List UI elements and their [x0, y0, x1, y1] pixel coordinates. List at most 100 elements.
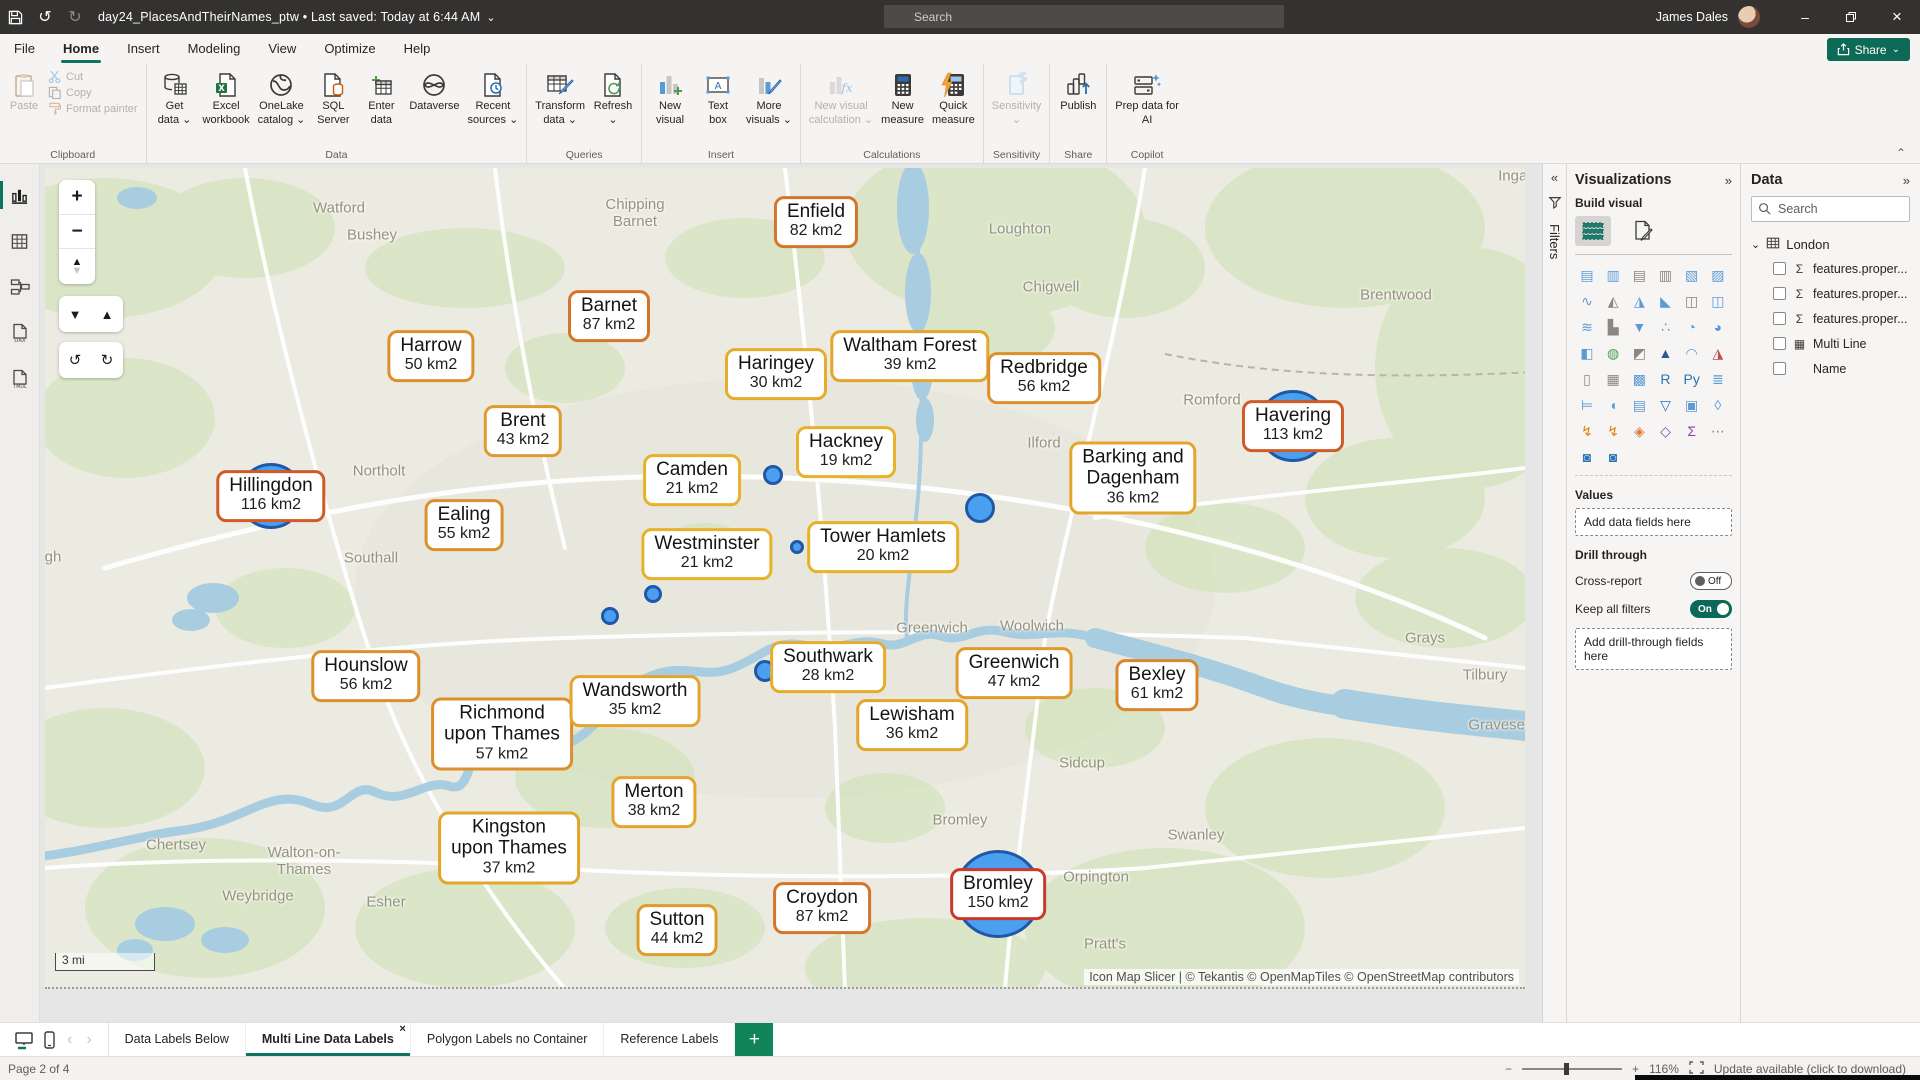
visual-type-icon[interactable]: ▲	[1653, 343, 1677, 363]
visual-type-icon[interactable]: ◔	[1680, 317, 1704, 337]
menu-item[interactable]: Home	[49, 34, 113, 64]
field-checkbox[interactable]	[1773, 262, 1786, 275]
onelake-catalog-button[interactable]: OneLake catalog ⌄	[254, 68, 310, 146]
visual-type-icon[interactable]: ▤	[1627, 265, 1651, 285]
rotate-cw-button[interactable]: ↻	[91, 342, 123, 378]
build-visual-tab[interactable]	[1575, 216, 1611, 246]
visual-type-icon[interactable]: ▼	[1627, 317, 1651, 337]
minimize-button[interactable]: –	[1782, 0, 1828, 34]
menu-item[interactable]: Insert	[113, 34, 174, 64]
close-tab-icon[interactable]: ×	[399, 1024, 405, 1035]
borough-label[interactable]: Waltham Forest 39 km2	[830, 330, 989, 382]
visual-type-icon[interactable]: ◇	[1653, 421, 1677, 441]
new-visual-button[interactable]: New visual	[646, 68, 694, 146]
borough-label[interactable]: Brent 43 km2	[484, 405, 562, 457]
dataverse-button[interactable]: Dataverse	[405, 68, 463, 146]
zoom-slider[interactable]	[1522, 1068, 1622, 1070]
zoom-in-status[interactable]: +	[1632, 1062, 1639, 1076]
icon-map-visual[interactable]: Watford Bushey Chipping Barnet Loughton …	[45, 168, 1525, 989]
borough-label[interactable]: Ealing 55 km2	[425, 499, 504, 551]
borough-label[interactable]: Greenwich 47 km2	[956, 647, 1073, 699]
field-row[interactable]: Σ features.proper...	[1751, 256, 1910, 281]
visual-type-icon[interactable]: ◩	[1627, 343, 1651, 363]
table-london-row[interactable]: ⌄ London	[1751, 232, 1910, 256]
visual-type-icon[interactable]: ◫	[1706, 291, 1730, 311]
borough-label[interactable]: Croydon 87 km2	[773, 882, 871, 934]
visual-type-icon[interactable]: ◫	[1680, 291, 1704, 311]
zoom-in-button[interactable]: +	[59, 180, 95, 215]
field-row[interactable]: Name	[1751, 356, 1910, 381]
update-available-link[interactable]: Update available (click to download)	[1714, 1062, 1906, 1076]
field-row[interactable]: ▦ Multi Line	[1751, 331, 1910, 356]
visual-type-icon[interactable]: ∴	[1653, 317, 1677, 337]
sql-server-button[interactable]: SQL Server	[309, 68, 357, 146]
field-checkbox[interactable]	[1773, 312, 1786, 325]
visual-type-icon[interactable]: ▙	[1601, 317, 1625, 337]
visual-type-icon[interactable]: ◠	[1680, 343, 1704, 363]
borough-label[interactable]: Enfield 82 km2	[774, 196, 858, 248]
map-data-marker[interactable]	[601, 607, 619, 625]
dax-query-view-button[interactable]: DAX	[0, 314, 40, 352]
undo-icon[interactable]: ↺	[30, 0, 60, 34]
visual-type-icon[interactable]: ◖	[1601, 395, 1625, 415]
tilt-up-button[interactable]: ▲	[91, 296, 123, 332]
menu-item[interactable]: File	[0, 34, 49, 64]
page-tab[interactable]: Data Labels Below	[109, 1023, 246, 1056]
add-data-fields-well[interactable]: Add data fields here	[1575, 508, 1732, 536]
map-data-marker[interactable]	[763, 465, 783, 485]
visual-type-icon[interactable]: ◣	[1653, 291, 1677, 311]
visual-type-icon[interactable]: ▩	[1627, 369, 1651, 389]
close-button[interactable]: ×	[1874, 0, 1920, 34]
borough-label[interactable]: Southwark 28 km2	[770, 641, 886, 693]
page-tab[interactable]: Reference Labels	[604, 1023, 735, 1056]
visual-type-icon[interactable]: ◕	[1706, 317, 1730, 337]
visual-type-icon[interactable]: ↯	[1601, 421, 1625, 441]
collapse-ribbon-chevron[interactable]: ⌃	[1896, 146, 1906, 160]
add-drill-through-fields-well[interactable]: Add drill-through fields here	[1575, 628, 1732, 670]
page-tab[interactable]: Polygon Labels no Container	[411, 1023, 605, 1056]
borough-label[interactable]: Camden 21 km2	[643, 454, 741, 506]
pitch-toggle-button[interactable]: ▲ ▼	[59, 249, 95, 284]
save-icon[interactable]	[0, 0, 30, 34]
visual-type-icon[interactable]: ◈	[1627, 421, 1651, 441]
menu-item[interactable]: Modeling	[174, 34, 255, 64]
visual-type-icon[interactable]: Py	[1680, 369, 1704, 389]
visual-type-icon[interactable]: ◙	[1575, 447, 1599, 467]
borough-label[interactable]: Richmond upon Thames 57 km2	[431, 698, 573, 771]
visual-type-icon[interactable]: ▣	[1680, 395, 1704, 415]
borough-label[interactable]: Barking and Dagenham 36 km2	[1069, 442, 1196, 515]
refresh-button[interactable]: Refresh ⌄	[589, 68, 637, 146]
keep-all-filters-toggle[interactable]: On	[1690, 600, 1732, 618]
borough-label[interactable]: Merton 38 km2	[611, 776, 696, 828]
borough-label[interactable]: Kingston upon Thames 37 km2	[438, 812, 580, 885]
expand-filters-chevron[interactable]: «	[1551, 170, 1558, 185]
quick-measure-button[interactable]: Quick measure	[928, 68, 979, 146]
new-measure-button[interactable]: New measure	[877, 68, 928, 146]
visual-type-icon[interactable]: ◍	[1601, 343, 1625, 363]
visual-type-icon[interactable]: ▯	[1575, 369, 1599, 389]
visual-type-icon[interactable]: ▧	[1680, 265, 1704, 285]
borough-label[interactable]: Bexley 61 km2	[1115, 659, 1198, 711]
visual-type-icon[interactable]: ▨	[1706, 265, 1730, 285]
collapse-visualizations-chevron[interactable]: »	[1725, 173, 1732, 188]
transform-data-button[interactable]: Transform data ⌄	[531, 68, 589, 146]
borough-label[interactable]: Bromley 150 km2	[950, 868, 1046, 920]
visual-type-icon[interactable]: ◮	[1706, 343, 1730, 363]
visual-type-icon[interactable]: ◊	[1706, 395, 1730, 415]
page-tab[interactable]: Multi Line Data Labels ×	[246, 1023, 411, 1056]
visual-type-icon[interactable]: ▥	[1601, 265, 1625, 285]
publish-button[interactable]: Publish	[1054, 68, 1102, 146]
visual-type-icon[interactable]: ⊨	[1575, 395, 1599, 415]
field-row[interactable]: Σ features.proper...	[1751, 306, 1910, 331]
avatar[interactable]	[1738, 6, 1760, 28]
format-visual-tab[interactable]	[1625, 216, 1661, 246]
visual-type-icon[interactable]: ⋯	[1706, 421, 1730, 441]
field-checkbox[interactable]	[1773, 287, 1786, 300]
visual-type-icon[interactable]: ↯	[1575, 421, 1599, 441]
zoom-out-status[interactable]: −	[1505, 1062, 1512, 1076]
data-search-input[interactable]	[1751, 196, 1910, 222]
zoom-out-button[interactable]: −	[59, 215, 95, 250]
borough-label[interactable]: Havering 113 km2	[1242, 400, 1344, 452]
field-row[interactable]: Σ features.proper...	[1751, 281, 1910, 306]
visual-type-icon[interactable]: R	[1653, 369, 1677, 389]
